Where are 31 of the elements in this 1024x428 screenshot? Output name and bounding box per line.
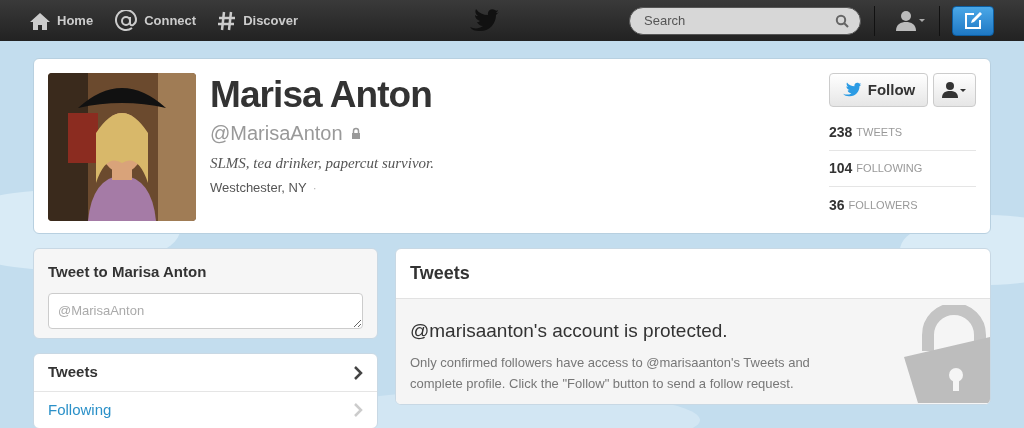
person-caret-icon: [941, 81, 968, 99]
nav-link[interactable]: Connect: [115, 9, 197, 32]
house-icon: [30, 11, 50, 30]
profile-name: Marisa Anton: [210, 75, 433, 115]
sidebar-item[interactable]: Tweets: [34, 354, 377, 391]
separator-dot: ·: [312, 178, 317, 197]
compose-icon: [963, 10, 983, 31]
account-menu-icon[interactable]: [895, 8, 927, 33]
user-actions-button[interactable]: [933, 73, 976, 107]
compose-button[interactable]: [952, 5, 994, 36]
at-sign-icon: [115, 9, 138, 32]
nav-link[interactable]: Discover: [218, 10, 299, 31]
chevron-right-icon: [354, 365, 363, 380]
stat-count[interactable]: 104: [829, 158, 853, 179]
notice-title: @marisaanton's account is protected.: [410, 319, 729, 343]
notice-text: Only confirmed followers have access to @marisaanton's Tweets and complete profile. Click the "Follow" button to send a follow request.: [410, 353, 811, 393]
profile-handle: @MarisaAnton: [210, 121, 343, 146]
search-field[interactable]: Search: [629, 6, 861, 35]
bird-icon: [841, 82, 862, 98]
card-title: Tweet to Marisa Anton: [48, 262, 208, 282]
hash-icon: [218, 10, 237, 31]
profile-bio: SLMS, tea drinker, papercut survivor.: [210, 154, 435, 173]
sidebar-item[interactable]: Following: [34, 391, 377, 428]
tweet-input-field[interactable]: @MarisaAnton: [48, 292, 363, 329]
chevron-right-icon: [354, 403, 363, 417]
search-icon[interactable]: [835, 13, 849, 28]
nav-link[interactable]: Home: [30, 10, 94, 31]
stat-count[interactable]: 36: [829, 194, 845, 216]
profile-location: Westchester, NY: [210, 178, 307, 197]
follow-button[interactable]: Follow: [829, 73, 928, 107]
stat-count[interactable]: 238: [829, 122, 853, 143]
